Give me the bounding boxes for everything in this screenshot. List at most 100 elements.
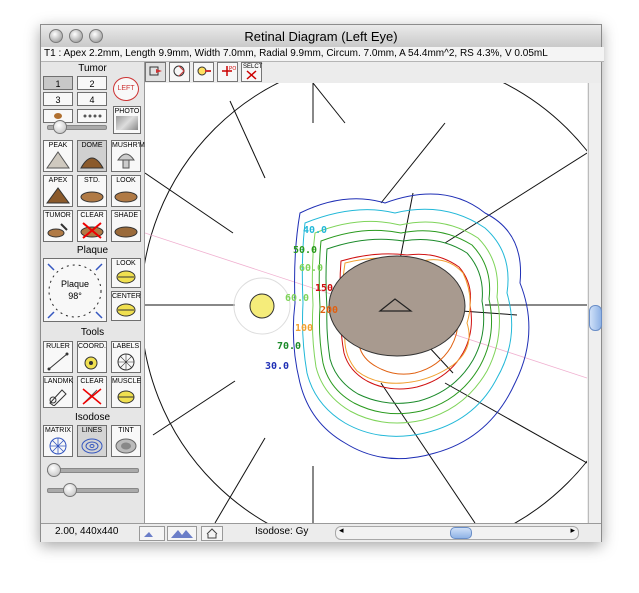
muscle-icon — [117, 390, 135, 404]
dome-button[interactable]: DOME — [77, 140, 107, 172]
isodose-label-30: 30.0 — [265, 361, 289, 372]
apex-button[interactable]: APEX — [43, 175, 73, 207]
coordinates-label: COORD. — [78, 343, 106, 350]
horizontal-scroll-thumb[interactable] — [450, 527, 472, 539]
large-mountain-icon — [171, 530, 193, 538]
poi-tool-button[interactable]: POI — [217, 62, 238, 82]
isodose-opacity-slider-track[interactable] — [47, 488, 139, 493]
isodose-label-150: 150 — [315, 283, 333, 294]
coordinates-button[interactable]: COORD. — [77, 341, 107, 373]
isodose-section-label: Isodose — [74, 412, 111, 423]
home-icon — [206, 528, 218, 539]
retinal-diagram-canvas[interactable]: 40.0 50.0 60.0 150 200 60.0 100 70.0 30.… — [145, 83, 587, 523]
photo-button[interactable]: PHOTO — [113, 106, 141, 134]
plaque-look-icon — [116, 270, 136, 284]
isodose-label-60-lower: 60.0 — [285, 293, 309, 304]
shade-button[interactable]: SHADE — [111, 210, 141, 242]
fundus-diagram: 40.0 50.0 60.0 150 200 60.0 100 70.0 30.… — [145, 83, 587, 523]
labels-label: LABELS — [112, 343, 140, 350]
isodose-opacity-slider-knob[interactable] — [63, 483, 77, 497]
plaque-center-icon — [116, 303, 136, 317]
apex-label: APEX — [48, 177, 68, 184]
isodose-labels: 40.0 50.0 60.0 150 200 60.0 100 70.0 30.… — [265, 225, 338, 372]
tumor-add-label: TUMOR — [45, 212, 71, 219]
tumor-opacity-slider-knob[interactable] — [53, 120, 67, 134]
select-tool-button[interactable]: SELCT — [241, 62, 262, 82]
tint-icon — [115, 438, 137, 454]
move-tool-icon — [197, 66, 211, 76]
tumor-clear-button[interactable]: CLEAR — [77, 210, 107, 242]
landmark-button[interactable]: LANDMK — [43, 376, 73, 408]
landmark-clear-button[interactable]: CLEAR — [77, 376, 107, 408]
matrix-button[interactable]: MATRIX — [43, 425, 73, 457]
tumor-3-button[interactable]: 3 — [43, 92, 73, 106]
plaque-look-label: LOOK — [116, 260, 136, 267]
tint-button[interactable]: TINT — [111, 425, 141, 457]
plaque-center-label: CENTER — [112, 293, 141, 300]
title-bar: Retinal Diagram (Left Eye) — [41, 25, 601, 48]
move-tool-button[interactable] — [193, 62, 214, 82]
isodose-level-slider-knob[interactable] — [47, 463, 61, 477]
plaque-rotation-dial[interactable]: Plaque 98° — [43, 258, 107, 322]
standard-label: STD. — [84, 177, 100, 184]
multi-dot-icon — [83, 114, 102, 118]
muscle-button[interactable]: MUSCLE — [111, 376, 141, 408]
mushroom-button[interactable]: MUSHR'M — [111, 140, 145, 172]
landmark-pencil-icon — [49, 389, 67, 406]
multi-tumor-view-button[interactable] — [77, 109, 107, 123]
landmark-label: LANDMK — [44, 378, 74, 385]
tumor-clear-icon — [80, 222, 104, 239]
pointer-tool-icon — [149, 66, 162, 76]
labels-button[interactable]: LABELS — [111, 341, 141, 373]
tumor-look-label: LOOK — [116, 177, 136, 184]
mushroom-label: MUSHR'M — [112, 142, 145, 149]
rotate-tool-button[interactable] — [169, 62, 190, 82]
shade-label: SHADE — [113, 212, 139, 219]
isodose-label-200: 200 — [320, 305, 338, 316]
photo-thumbnail-icon — [116, 116, 138, 130]
retinal-diagram-window: Retinal Diagram (Left Eye) T1 : Apex 2.2… — [40, 24, 604, 542]
tumor-pencil-icon — [47, 223, 68, 238]
vertical-scrollbar[interactable] — [588, 83, 602, 523]
coordinates-icon — [84, 356, 98, 370]
tumor-1-button[interactable]: 1 — [43, 76, 73, 90]
peak-button[interactable]: PEAK — [43, 140, 73, 172]
tumor-add-button[interactable]: TUMOR — [43, 210, 73, 242]
shade-icon — [114, 226, 138, 238]
small-scale-button[interactable] — [139, 526, 165, 541]
vertical-scroll-thumb[interactable] — [589, 305, 602, 331]
tumor-2-button[interactable]: 2 — [77, 76, 107, 90]
left-eye-button[interactable]: LEFT — [113, 77, 139, 101]
optic-disc — [249, 293, 275, 319]
tumor-clear-label: CLEAR — [80, 212, 104, 219]
ruler-button[interactable]: RULER — [43, 341, 73, 373]
lines-icon — [81, 438, 103, 454]
standard-shape-icon — [80, 191, 104, 203]
tumor-4-button[interactable]: 4 — [77, 92, 107, 106]
zoom-readout: 2.00, 440x440 — [55, 526, 119, 537]
small-mountain-icon — [144, 532, 153, 537]
scroll-right-arrow-icon[interactable]: ▸ — [570, 525, 575, 536]
rotate-tool-icon — [173, 65, 185, 77]
window-title: Retinal Diagram (Left Eye) — [244, 29, 398, 44]
tools-section-label: Tools — [80, 327, 105, 338]
isodose-label-100: 100 — [295, 323, 313, 334]
tumor-section-label: Tumor — [78, 63, 107, 74]
isodose-label-60-upper: 60.0 — [299, 263, 323, 274]
plaque-center-button[interactable]: CENTER — [111, 291, 141, 321]
left-eye-label: LEFT — [117, 85, 135, 92]
isodose-unit-readout: Isodose: Gy — [255, 526, 309, 537]
home-button[interactable] — [201, 526, 223, 541]
select-tool-icon — [246, 70, 257, 80]
tumor-info-line: T1 : Apex 2.2mm, Length 9.9mm, Width 7.0… — [41, 47, 604, 62]
plaque-look-button[interactable]: LOOK — [111, 258, 141, 288]
lines-button[interactable]: LINES — [77, 425, 107, 457]
standard-button[interactable]: STD. — [77, 175, 107, 207]
scroll-left-arrow-icon[interactable]: ◂ — [339, 525, 344, 536]
tumor-look-icon — [114, 191, 138, 203]
matrix-icon — [49, 437, 67, 455]
tumor-look-button[interactable]: LOOK — [111, 175, 141, 207]
large-scale-button[interactable] — [167, 526, 197, 541]
horizontal-scrollbar[interactable]: ◂ ▸ — [335, 525, 579, 540]
pointer-tool-button[interactable] — [145, 62, 166, 82]
